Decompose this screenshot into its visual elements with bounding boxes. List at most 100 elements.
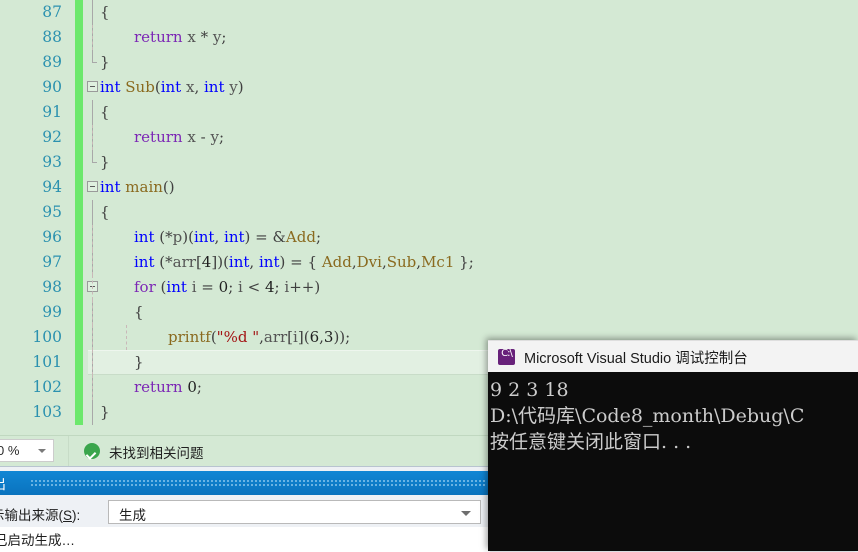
line-number: 89 bbox=[42, 53, 62, 71]
code-line[interactable]: 88 return x * y; bbox=[0, 25, 858, 50]
changed-line-indicator bbox=[75, 225, 83, 250]
indent-guide bbox=[92, 350, 93, 375]
collapse-toggle-icon[interactable] bbox=[87, 81, 98, 92]
code-text: int (*arr[4])(int, int) = { Add,Dvi,Sub,… bbox=[134, 253, 474, 271]
structure-guide-line bbox=[92, 150, 97, 163]
code-line[interactable]: 89} bbox=[0, 50, 858, 75]
code-text: printf("%d ",arr[i](6,3)); bbox=[168, 328, 351, 346]
code-text: } bbox=[100, 403, 110, 421]
console-output-line: 按任意键关闭此窗口. . . bbox=[490, 431, 692, 453]
code-line[interactable]: 97 int (*arr[4])(int, int) = { Add,Dvi,Su… bbox=[0, 250, 858, 275]
gutter-glyph[interactable] bbox=[84, 150, 100, 175]
line-number: 100 bbox=[32, 328, 62, 346]
changed-line-indicator bbox=[75, 275, 83, 300]
console-output-line: 9 2 3 18 bbox=[490, 379, 569, 401]
code-line[interactable]: 94 int main() bbox=[0, 175, 858, 200]
code-line[interactable]: 93} bbox=[0, 150, 858, 175]
gutter-glyph[interactable] bbox=[84, 200, 100, 225]
console-app-icon-glyph: C:\ bbox=[501, 348, 513, 359]
code-line[interactable]: 99 { bbox=[0, 300, 858, 325]
structure-guide-line bbox=[92, 400, 93, 425]
console-output-area[interactable]: 9 2 3 18 D:\代码库\Code8_month\Debug\C 按任意键关闭… bbox=[488, 372, 858, 551]
changed-line-indicator bbox=[75, 75, 83, 100]
gutter-glyph[interactable] bbox=[84, 175, 100, 200]
success-check-icon bbox=[84, 443, 100, 459]
code-line[interactable]: 96 int (*p)(int, int) = &Add; bbox=[0, 225, 858, 250]
structure-guide-line bbox=[92, 50, 97, 63]
indent-guide bbox=[92, 25, 93, 50]
changed-line-indicator bbox=[75, 250, 83, 275]
gutter-glyph[interactable] bbox=[84, 400, 100, 425]
code-text: { bbox=[134, 303, 144, 321]
code-line[interactable]: 91 { bbox=[0, 100, 858, 125]
indent-guide bbox=[92, 275, 93, 300]
changed-line-indicator bbox=[75, 200, 83, 225]
code-text: return 0; bbox=[134, 378, 202, 396]
line-number: 102 bbox=[32, 378, 62, 396]
changed-line-indicator bbox=[75, 300, 83, 325]
line-number: 97 bbox=[42, 253, 62, 271]
line-number: 94 bbox=[42, 178, 62, 196]
code-line[interactable]: 87 { bbox=[0, 0, 858, 25]
indent-guide bbox=[92, 125, 93, 150]
code-text: { bbox=[100, 203, 110, 221]
output-panel-header[interactable]: 出 bbox=[0, 471, 490, 495]
changed-line-indicator bbox=[75, 175, 83, 200]
gutter-glyph[interactable] bbox=[84, 100, 100, 125]
code-text: } bbox=[134, 353, 144, 371]
console-window-title: Microsoft Visual Studio 调试控制台 bbox=[524, 351, 748, 367]
structure-guide-line bbox=[92, 100, 93, 125]
code-line[interactable]: 95 { bbox=[0, 200, 858, 225]
status-divider bbox=[68, 436, 69, 467]
console-output-line: D:\代码库\Code8_month\Debug\C bbox=[490, 405, 805, 427]
indent-guide bbox=[92, 250, 93, 275]
code-line[interactable]: 98 for (int i = 0; i < 4; i++) bbox=[0, 275, 858, 300]
collapse-toggle-icon[interactable] bbox=[87, 181, 98, 192]
console-app-icon: C:\ bbox=[498, 348, 515, 365]
changed-line-indicator bbox=[75, 150, 83, 175]
zoom-level-dropdown[interactable]: 0 % bbox=[0, 439, 54, 462]
line-number: 87 bbox=[42, 3, 62, 21]
code-text: int Sub(int x, int y) bbox=[100, 78, 244, 96]
gutter-glyph[interactable] bbox=[84, 0, 100, 25]
line-number: 99 bbox=[42, 303, 62, 321]
line-number: 93 bbox=[42, 153, 62, 171]
code-text: int (*p)(int, int) = &Add; bbox=[134, 228, 321, 246]
changed-line-indicator bbox=[75, 50, 83, 75]
drag-grip-icon[interactable] bbox=[30, 479, 486, 488]
code-text: } bbox=[100, 153, 110, 171]
code-line[interactable]: 92 return x - y; bbox=[0, 125, 858, 150]
gutter-glyph[interactable] bbox=[84, 75, 100, 100]
indent-guide bbox=[92, 300, 93, 325]
code-text: { bbox=[100, 3, 110, 21]
line-number: 91 bbox=[42, 103, 62, 121]
line-number: 88 bbox=[42, 28, 62, 46]
zoom-level-value: 0 % bbox=[0, 443, 20, 458]
code-text: } bbox=[100, 53, 110, 71]
output-panel-body[interactable]: 已启动生成… bbox=[0, 527, 490, 552]
output-source-label-key: S bbox=[63, 508, 73, 523]
line-number: 95 bbox=[42, 203, 62, 221]
output-source-select[interactable]: 生成 bbox=[108, 500, 481, 524]
code-text: return x - y; bbox=[134, 128, 225, 146]
output-source-label-post: ): bbox=[72, 508, 81, 523]
code-line[interactable]: 90 int Sub(int x, int y) bbox=[0, 75, 858, 100]
debug-console-window[interactable]: C:\ Microsoft Visual Studio 调试控制台 9 2 3 … bbox=[488, 340, 858, 551]
code-text: int main() bbox=[100, 178, 175, 196]
console-title-bar[interactable]: C:\ Microsoft Visual Studio 调试控制台 bbox=[488, 340, 858, 373]
line-number: 92 bbox=[42, 128, 62, 146]
gutter-glyph[interactable] bbox=[84, 50, 100, 75]
code-text: { bbox=[100, 103, 110, 121]
changed-line-indicator bbox=[75, 350, 83, 375]
changed-line-indicator bbox=[75, 100, 83, 125]
line-number: 96 bbox=[42, 228, 62, 246]
output-source-row: 示输出来源(S): 生成 bbox=[0, 500, 490, 524]
error-status-text: 未找到相关问题 bbox=[109, 446, 204, 461]
output-line: 已启动生成… bbox=[0, 533, 75, 548]
chevron-down-icon[interactable] bbox=[461, 511, 471, 516]
indent-guide bbox=[92, 375, 93, 400]
changed-line-indicator bbox=[75, 0, 83, 25]
code-text: return x * y; bbox=[134, 28, 227, 46]
line-number: 101 bbox=[32, 353, 62, 371]
output-panel-title: 出 bbox=[0, 474, 6, 494]
